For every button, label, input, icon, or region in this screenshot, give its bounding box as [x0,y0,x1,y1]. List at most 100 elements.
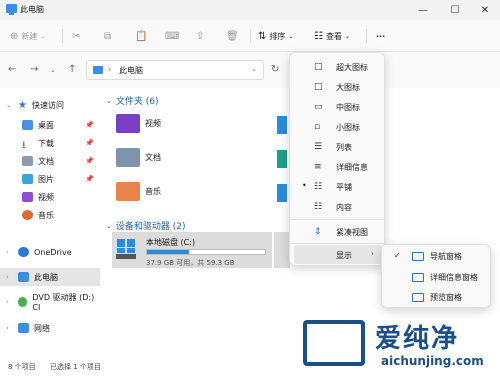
large-icons-icon: □ [314,82,323,92]
windows-drive-icon [116,239,136,259]
refresh-icon[interactable]: ↻ [271,64,279,75]
submenu-item-details-pane[interactable]: 详细信息窗格 [386,268,488,287]
address-row: ← → ⌄ ↑ › 此电脑 ⌄ ↻ [0,52,500,88]
copy-button[interactable]: ⧉ [104,28,114,44]
menu-divider [290,243,386,244]
sidebar-item-quick-access[interactable]: ⌄ ★ 快速访问 [0,96,100,114]
more-options-button[interactable]: ··· [376,28,385,44]
watermark-logo [303,320,365,366]
menu-item-details[interactable]: ≡ 详细信息 [294,157,382,176]
document-icon [22,156,33,166]
drive-usage-bar [146,249,266,255]
menu-item-large-icons[interactable]: □ 大图标 [294,77,382,96]
pictures-folder-icon[interactable] [277,116,287,134]
chevron-right-icon: › [6,298,9,306]
computer-icon [18,272,29,282]
chevron-down-icon: ⌄ [40,32,46,40]
menu-item-compact-view[interactable]: ⇕ 紧凑视图 [294,222,382,241]
paste-icon: 📋 [135,30,148,42]
menu-item-extra-large-icons[interactable]: □ 超大图标 [294,57,382,76]
watermark-brand: 爱纯净 [375,324,460,354]
view-button[interactable]: ☷ 查看 ⌄ [314,28,350,44]
submenu-item-preview-pane[interactable]: 预览窗格 [386,288,488,307]
sidebar-item-videos[interactable]: 视频 [0,188,100,206]
window-title: 此电脑 [20,5,44,14]
folder-item-documents[interactable]: 文档 [116,148,161,167]
divider [62,29,63,43]
desktop-folder-icon[interactable] [277,184,287,202]
chevron-down-icon[interactable]: ⌄ [251,65,257,73]
divider [366,29,367,43]
sidebar-item-music[interactable]: 音乐 [0,206,100,224]
menu-item-small-icons[interactable]: ▫ 小图标 [294,117,382,136]
back-arrow-icon[interactable]: ← [8,64,16,75]
folder-item-videos[interactable]: 视频 [116,114,161,133]
chevron-down-icon: ⌄ [106,221,112,230]
sidebar-item-onedrive[interactable]: › OneDrive [0,243,100,261]
recent-chevron-icon[interactable]: ⌄ [50,66,56,74]
chevron-down-icon: ⌄ [6,101,12,109]
view-icon: ☷ [314,30,323,42]
chevron-right-icon: › [6,273,9,281]
preview-pane-icon [412,293,424,302]
sidebar-item-desktop[interactable]: 桌面 📌 [0,116,100,134]
title-bar: 此电脑 — ☐ ✕ [0,0,500,20]
menu-item-tiles[interactable]: • ☷ 平铺 [294,177,382,196]
new-button[interactable]: ⊕ 新建 ⌄ [10,28,45,44]
drive-item-c[interactable]: 本地磁盘 (C:) 37.9 GB 可用，共 59.3 GB [112,232,272,268]
sidebar-item-network[interactable]: › 网络 [0,319,100,337]
item-count: 8 个项目 [8,363,36,371]
minimize-button[interactable]: — [408,0,438,20]
pin-icon: 📌 [85,157,94,165]
medium-icons-icon: ▭ [314,102,323,112]
cut-button[interactable]: ✂ [72,28,83,44]
address-bar[interactable]: › 此电脑 ⌄ [86,60,264,80]
close-button[interactable]: ✕ [470,0,500,20]
sidebar-item-dvd-drive[interactable]: › DVD 驱动器 (D:) CI [0,293,100,312]
chevron-down-icon: ⌄ [344,32,350,40]
menu-divider [290,219,386,220]
music-folder-icon [116,182,140,201]
sidebar-item-pictures[interactable]: 图片 📌 [0,170,100,188]
show-submenu: ✓ 导航窗格 详细信息窗格 预览窗格 [381,244,491,308]
chevron-down-icon: ⌄ [106,96,112,105]
rename-button[interactable]: ⌨ [165,28,182,44]
chevron-right-icon: › [108,65,112,74]
selection-count: 已选择 1 个项目 [50,363,101,371]
menu-item-list[interactable]: ☰ 列表 [294,137,382,156]
downloads-folder-icon[interactable] [277,150,287,168]
menu-item-content[interactable]: ☷ 内容 [294,197,382,216]
sidebar-item-this-pc[interactable]: › 此电脑 [0,268,100,286]
paste-button[interactable]: 📋 [135,28,150,44]
view-menu: □ 超大图标 □ 大图标 ▭ 中图标 ▫ 小图标 ☰ 列表 ≡ 详细信息 • ☷ 平铺 ☷ 内容 … [289,52,386,266]
menu-item-show[interactable]: 显示 › [294,245,382,264]
breadcrumb[interactable]: 此电脑 [119,65,143,76]
scissors-icon: ✂ [72,30,81,42]
devices-section-header[interactable]: ⌄ 设备和驱动器 (2) [106,219,186,233]
drive-item-dvd[interactable] [274,232,290,268]
star-icon: ★ [18,100,27,111]
chevron-down-icon: ⌄ [288,32,294,40]
sidebar-item-downloads[interactable]: ⭳ 下载 📌 [0,134,100,152]
submenu-item-navigation-pane[interactable]: ✓ 导航窗格 [386,247,488,266]
folders-section-header[interactable]: ⌄ 文件夹 (6) [106,94,159,108]
delete-button[interactable]: 🗑 [226,28,242,44]
videos-icon [22,192,33,202]
up-arrow-icon[interactable]: ↑ [68,64,76,75]
small-icons-icon: ▫ [314,122,321,132]
sort-button[interactable]: ⇅ 排序 ⌄ [258,28,293,44]
sidebar-item-documents[interactable]: 文档 📌 [0,152,100,170]
folder-item-music[interactable]: 音乐 [116,182,161,201]
share-button[interactable]: ⇪ [196,28,207,44]
maximize-button[interactable]: ☐ [440,0,470,20]
network-icon [18,323,29,333]
menu-item-medium-icons[interactable]: ▭ 中图标 [294,97,382,116]
download-icon: ⭳ [22,140,26,151]
desktop-icon [22,120,33,130]
navigation-pane-icon [412,252,424,261]
pictures-icon [22,174,33,184]
navigation-pane: ⌄ ★ 快速访问 桌面 📌 ⭳ 下载 📌 文档 📌 图片 📌 视频 音乐 › O… [0,88,100,352]
forward-arrow-icon[interactable]: → [30,64,38,75]
sort-icon: ⇅ [258,30,267,42]
rename-icon: ⌨ [165,30,180,42]
